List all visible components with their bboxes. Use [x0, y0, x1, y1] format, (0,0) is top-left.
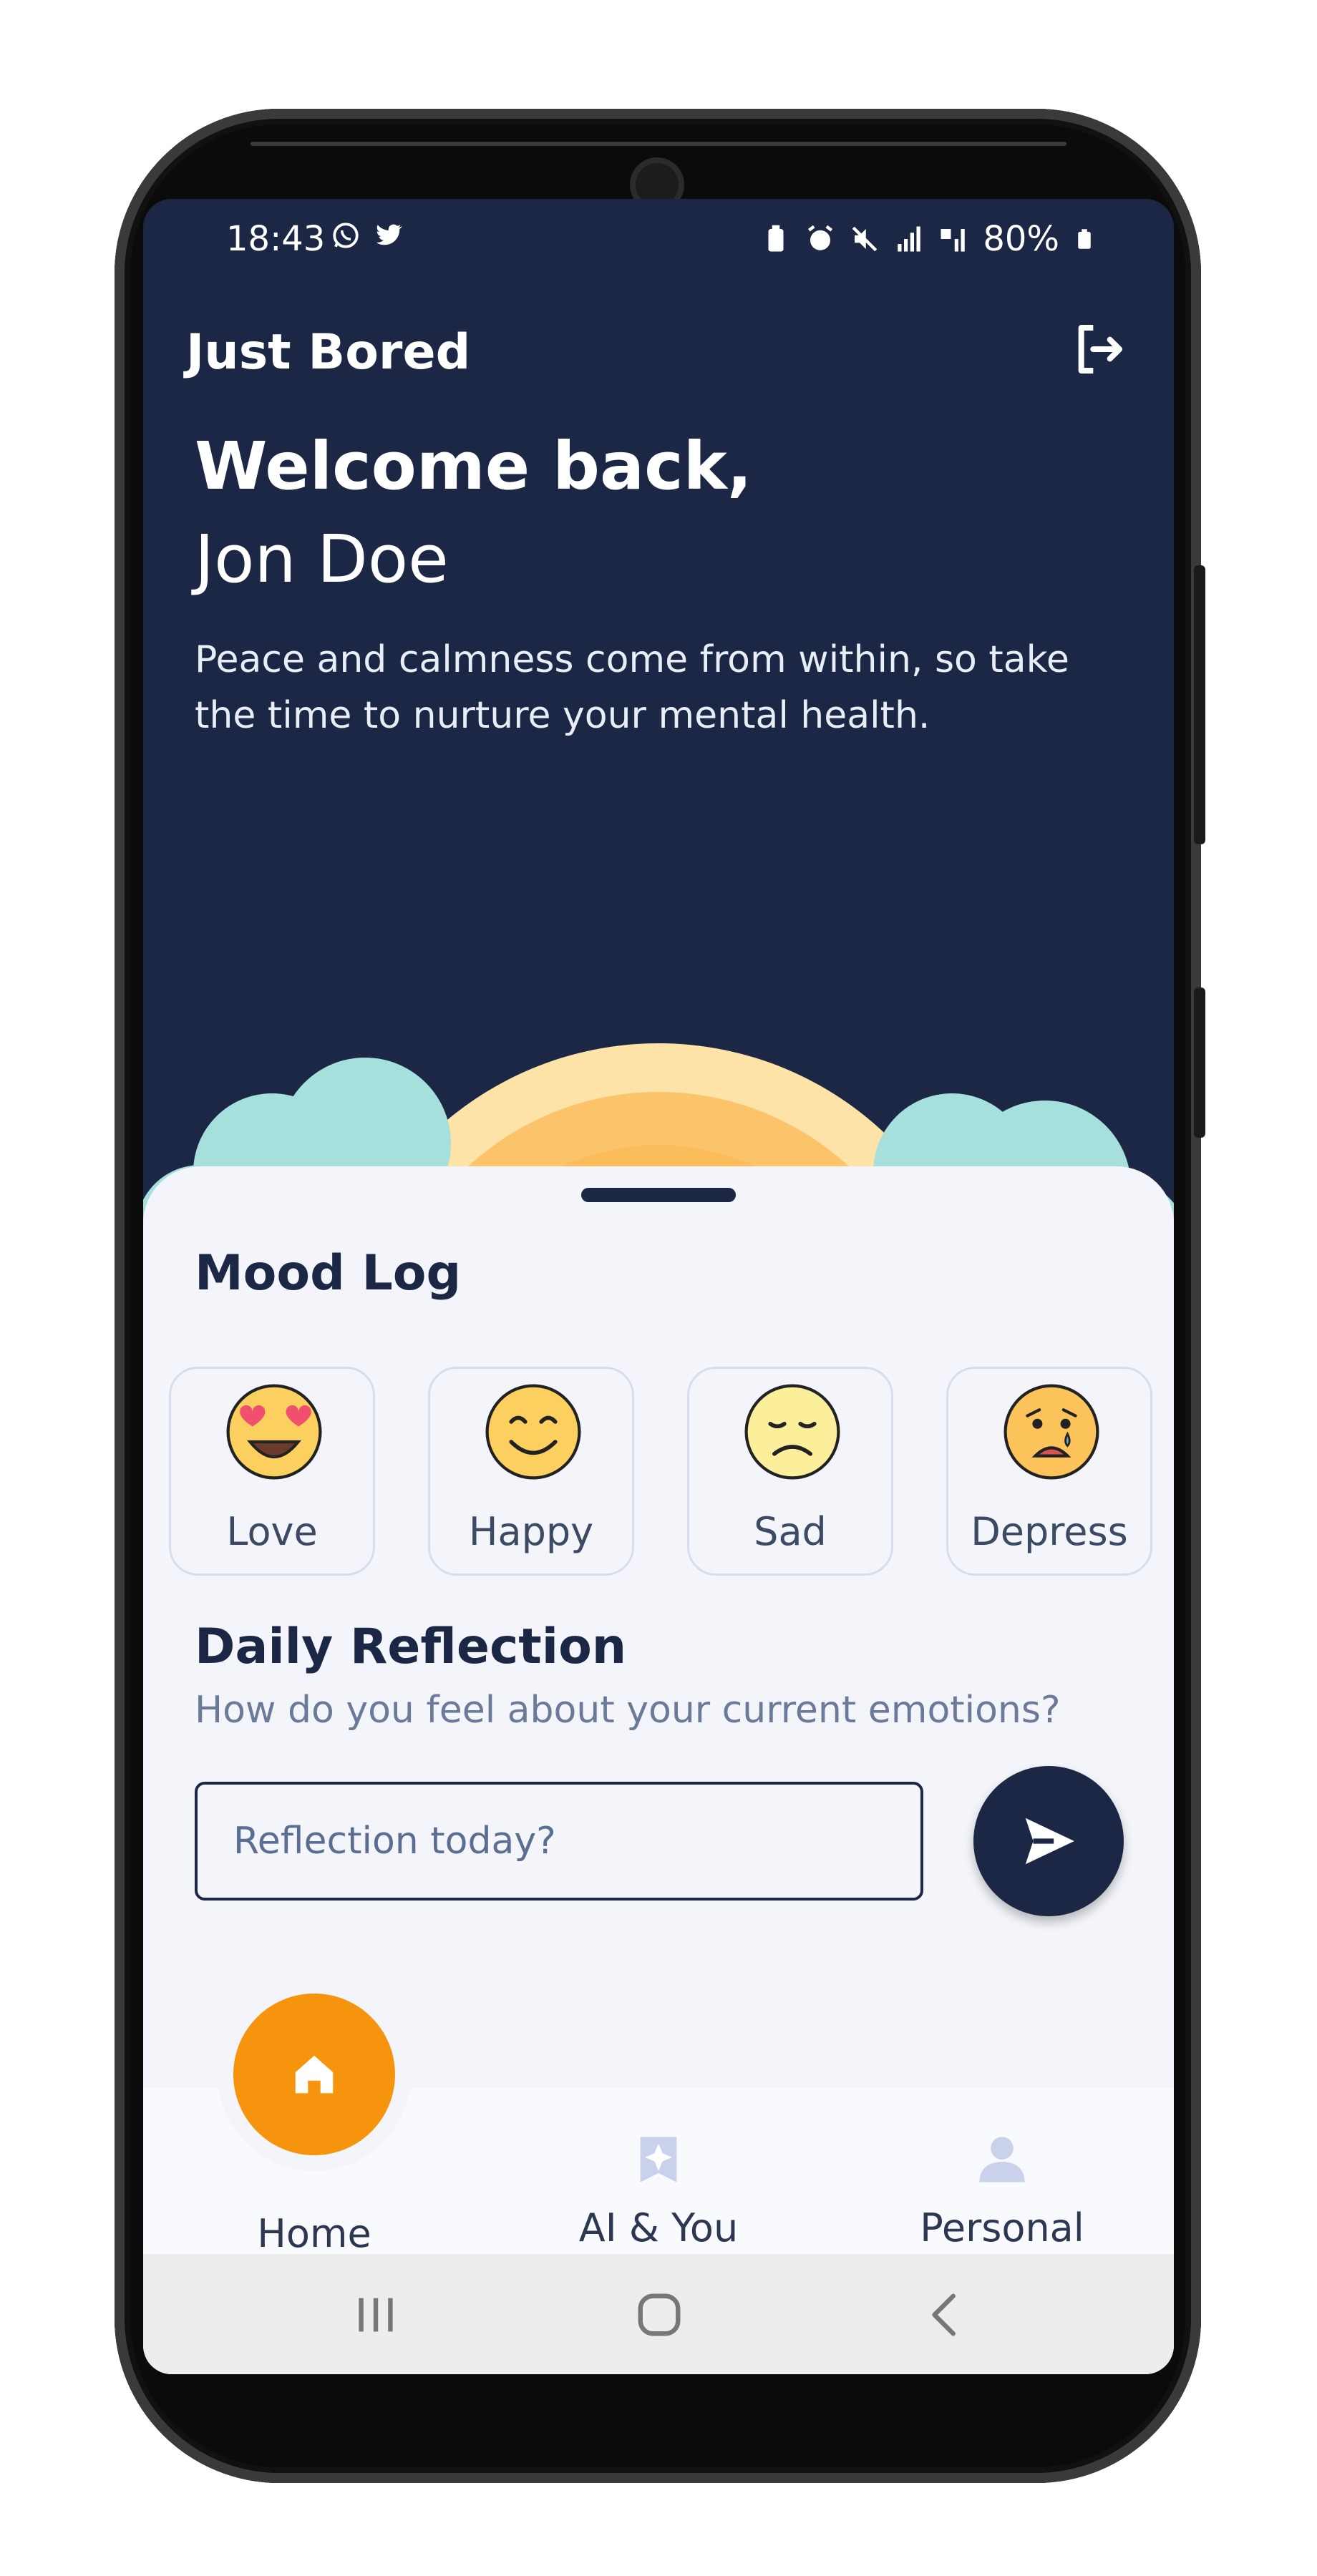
daily-reflection-subtitle: How do you feel about your current emoti…	[195, 1689, 1061, 1732]
mute-icon	[852, 226, 878, 252]
app-title: Just Bored	[186, 324, 471, 381]
home-icon	[295, 2055, 334, 2094]
nav-label: AI & You	[578, 2205, 739, 2250]
mood-label: Love	[226, 1509, 318, 1554]
mood-log-title: Mood Log	[195, 1245, 462, 1302]
mood-label: Depress	[971, 1509, 1128, 1554]
crying-emoji-icon	[1003, 1384, 1099, 1480]
mood-card-happy[interactable]: Happy	[428, 1367, 634, 1576]
earpiece	[251, 142, 1066, 146]
smiling-emoji-icon	[485, 1384, 581, 1480]
mood-label: Happy	[468, 1509, 594, 1554]
nav-item-home[interactable]	[233, 1994, 395, 2155]
tagline: Peace and calmness come from within, so …	[195, 638, 1069, 737]
logout-icon[interactable]	[1069, 321, 1127, 378]
mood-label: Sad	[754, 1509, 827, 1554]
whatsapp-icon	[333, 223, 359, 248]
nav-label-home: Home	[257, 2211, 371, 2256]
sad-emoji-icon	[744, 1384, 840, 1480]
person-icon	[979, 2137, 1025, 2182]
heart-eyes-emoji-icon	[226, 1384, 322, 1480]
ai-sparkle-icon	[640, 2137, 677, 2182]
app-screen: 18:43 80% Just Bored Welcome back, Jon D…	[143, 199, 1174, 2374]
system-navigation-bar	[143, 2254, 1174, 2374]
nav-item-ai-you[interactable]: AI & You	[515, 2131, 802, 2250]
alarm-icon	[808, 225, 833, 250]
battery-saver-icon	[768, 225, 784, 252]
send-button[interactable]	[973, 1766, 1124, 1916]
nav-item-personal[interactable]: Personal	[859, 2131, 1145, 2250]
recent-apps-icon[interactable]	[351, 2290, 401, 2340]
sheet-drag-handle[interactable]	[581, 1188, 736, 1202]
back-icon[interactable]	[922, 2290, 972, 2340]
mood-card-depress[interactable]: Depress	[946, 1367, 1152, 1576]
user-name: Jon Doe	[195, 521, 449, 597]
power-button	[1194, 987, 1205, 1138]
battery-icon	[1078, 229, 1091, 249]
mood-card-sad[interactable]: Sad	[687, 1367, 893, 1576]
signal-icon	[898, 226, 921, 252]
home-system-icon[interactable]	[634, 2290, 684, 2340]
status-time: 18:43	[226, 219, 326, 259]
4g-signal-icon	[941, 229, 966, 252]
battery-level: 80%	[983, 219, 1059, 259]
mood-list: Love Happy Sad Depress	[169, 1367, 1154, 1581]
reflection-input[interactable]	[195, 1782, 923, 1901]
status-bar: 18:43 80%	[143, 199, 1174, 285]
nav-label: Personal	[920, 2205, 1084, 2250]
send-icon	[1025, 1818, 1074, 1865]
volume-button	[1194, 565, 1205, 844]
twitter-icon	[376, 224, 402, 245]
mood-card-love[interactable]: Love	[169, 1367, 375, 1576]
daily-reflection-title: Daily Reflection	[195, 1619, 627, 1675]
welcome-heading: Welcome back,	[195, 428, 752, 504]
